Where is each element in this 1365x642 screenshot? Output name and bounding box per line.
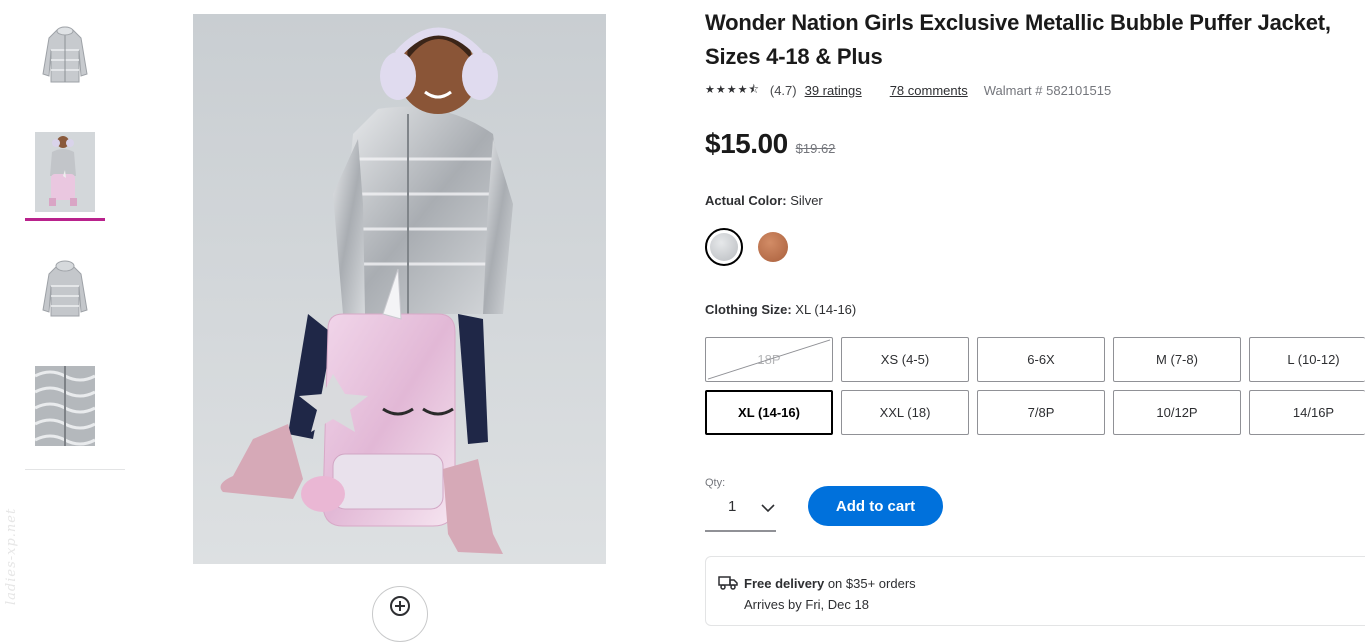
thumbnail-child-model[interactable] (35, 132, 95, 212)
size-option-label: XL (14-16) (738, 405, 800, 420)
thumbnail-jacket-back[interactable] (35, 250, 95, 330)
ratings-link[interactable]: 39 ratings (805, 83, 862, 98)
swatch-fill (710, 233, 738, 261)
color-swatch-bronze[interactable] (754, 228, 792, 266)
color-label-value: Silver (790, 193, 823, 208)
color-label-key: Actual Color: (705, 193, 787, 208)
color-swatch-silver[interactable] (705, 228, 743, 266)
size-option-18p[interactable]: 18P (705, 337, 833, 382)
size-option-label: 10/12P (1156, 405, 1198, 420)
size-option-label: L (10-12) (1287, 352, 1340, 367)
size-label-key: Clothing Size: (705, 302, 792, 317)
size-option-l[interactable]: L (10-12) (1249, 337, 1365, 382)
thumbnail-fabric-detail[interactable] (35, 366, 95, 446)
price-row: $15.00 $19.62 (705, 128, 835, 160)
size-option-label: M (7-8) (1156, 352, 1198, 367)
average-rating: (4.7) (769, 82, 797, 98)
star-rating: ★★★★⯪ (705, 83, 760, 96)
thumbnail-jacket-front[interactable] (35, 16, 95, 96)
size-option-6-6x[interactable]: 6-6X (977, 337, 1105, 382)
quantity-value: 1 (728, 498, 737, 515)
size-option-m[interactable]: M (7-8) (1113, 337, 1241, 382)
current-price: $15.00 (705, 128, 788, 159)
main-product-image[interactable] (193, 14, 606, 564)
delivery-text: on $35+ orders (824, 576, 916, 591)
qty-label: Qty: (705, 477, 726, 489)
fulfillment-card: Free delivery on $35+ orders Arrives by … (705, 556, 1365, 626)
delivery-line: Free delivery on $35+ orders (744, 576, 916, 591)
zoom-button[interactable] (372, 586, 428, 642)
size-option-10-12p[interactable]: 10/12P (1113, 390, 1241, 435)
chevron-down-icon (761, 504, 775, 513)
comments-link[interactable]: 78 comments (890, 83, 968, 98)
size-option-xl[interactable]: XL (14-16) (705, 390, 833, 435)
zoom-in-icon (390, 596, 410, 616)
selected-thumbnail-indicator (25, 218, 105, 221)
product-title: Wonder Nation Girls Exclusive Metallic B… (705, 10, 1331, 69)
watermark: ladies-xp.net (4, 507, 19, 605)
rating-row: ★★★★⯪ (4.7) 39 ratings 78 comments Walma… (705, 81, 1111, 99)
size-label: Clothing Size: XL (14-16) (705, 302, 856, 317)
delivery-title: Free delivery (744, 576, 825, 591)
swatch-fill (758, 232, 788, 262)
arrival-date: Arrives by Fri, Dec 18 (744, 597, 869, 612)
size-option-xxl[interactable]: XXL (18) (841, 390, 969, 435)
color-label: Actual Color: Silver (705, 193, 823, 208)
thumbnail-divider (25, 469, 125, 470)
size-option-14-16p[interactable]: 14/16P (1249, 390, 1365, 435)
was-price: $19.62 (795, 141, 836, 156)
truck-icon (718, 576, 738, 590)
size-option-label: XS (4-5) (880, 352, 930, 367)
size-option-label: 6-6X (1027, 352, 1055, 367)
item-number: Walmart # 582101515 (983, 82, 1112, 98)
size-option-7-8p[interactable]: 7/8P (977, 390, 1105, 435)
unavailable-slash-icon (707, 339, 831, 380)
add-to-cart-button[interactable]: Add to cart (808, 486, 943, 526)
quantity-select[interactable]: 1 (705, 492, 776, 532)
size-option-label: XXL (18) (879, 405, 931, 420)
size-option-label: 14/16P (1292, 405, 1335, 420)
size-option-label: 7/8P (1027, 405, 1055, 420)
size-option-xs[interactable]: XS (4-5) (841, 337, 969, 382)
size-label-value: XL (14-16) (795, 302, 857, 317)
